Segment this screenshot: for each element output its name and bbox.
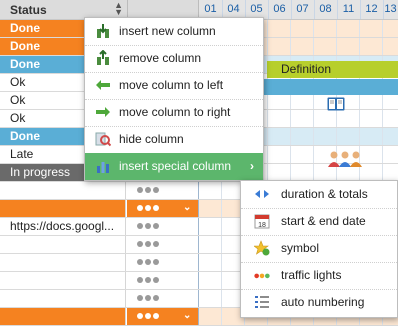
chevron-down-icon[interactable]: ⌄ bbox=[183, 203, 192, 213]
status-cell[interactable] bbox=[0, 290, 126, 307]
status-cell[interactable] bbox=[0, 254, 126, 271]
menu-item-label: hide column bbox=[119, 132, 184, 146]
traffic-light-icon[interactable] bbox=[137, 187, 161, 194]
menu-item-label: move column to right bbox=[119, 105, 231, 119]
submenu-item-symbol[interactable]: symbol bbox=[241, 235, 397, 263]
traffic-light-icon[interactable] bbox=[137, 295, 161, 302]
special-column-cell[interactable] bbox=[127, 182, 199, 199]
menu-item-label: move column to left bbox=[119, 78, 224, 92]
traffic-light-icon[interactable] bbox=[137, 313, 161, 320]
status-cell[interactable] bbox=[0, 236, 126, 253]
status-cell[interactable] bbox=[0, 200, 126, 217]
book-icon[interactable] bbox=[327, 97, 345, 111]
menu-item-remove-column[interactable]: remove column bbox=[85, 45, 263, 73]
column-context-menu: insert new column remove column move col… bbox=[84, 17, 264, 181]
submenu-item-label: duration & totals bbox=[281, 187, 368, 201]
numbered-list-icon bbox=[255, 296, 269, 308]
day-header: 07 bbox=[291, 0, 315, 19]
day-header: 13 bbox=[383, 0, 398, 19]
day-header: 12 bbox=[360, 0, 384, 19]
special-column-cell[interactable] bbox=[127, 236, 199, 253]
menu-item-label: insert new column bbox=[119, 24, 216, 38]
submenu-item-label: traffic lights bbox=[281, 268, 342, 282]
traffic-light-icon[interactable] bbox=[137, 205, 161, 212]
menu-item-hide-column[interactable]: hide column bbox=[85, 126, 263, 154]
traffic-light-icon[interactable] bbox=[137, 241, 161, 248]
hide-column-icon bbox=[95, 132, 111, 147]
status-cell[interactable] bbox=[0, 272, 126, 289]
day-header: 11 bbox=[337, 0, 361, 19]
special-column-cell[interactable] bbox=[127, 290, 199, 307]
status-cell[interactable]: https://docs.googl... bbox=[0, 218, 126, 235]
duration-icon bbox=[255, 190, 269, 198]
menu-item-label: insert special column bbox=[119, 159, 232, 173]
traffic-light-icon[interactable] bbox=[137, 277, 161, 284]
status-header-label: Status bbox=[10, 3, 47, 17]
chevron-down-icon[interactable]: ⌄ bbox=[183, 311, 192, 321]
day-header: 08 bbox=[314, 0, 338, 19]
special-column-cell[interactable] bbox=[127, 218, 199, 235]
traffic-light-icon[interactable] bbox=[137, 259, 161, 266]
definition-bar[interactable]: Definition bbox=[267, 61, 398, 78]
submenu-item-auto-numbering[interactable]: auto numbering bbox=[241, 289, 397, 316]
star-icon bbox=[254, 240, 270, 256]
status-cell[interactable] bbox=[0, 308, 126, 325]
svg-text:18: 18 bbox=[258, 222, 266, 229]
menu-item-insert-special-column[interactable]: insert special column › bbox=[85, 153, 263, 180]
traffic-lights-icon bbox=[254, 273, 270, 279]
status-cell[interactable] bbox=[0, 182, 126, 199]
calendar-icon: 18 bbox=[254, 214, 270, 229]
special-column-submenu: duration & totals 18 start & end date sy… bbox=[240, 180, 398, 318]
day-header: 06 bbox=[268, 0, 292, 19]
menu-item-move-column-left[interactable]: move column to left bbox=[85, 72, 263, 100]
special-column-cell[interactable]: ⌄ bbox=[127, 200, 199, 217]
submenu-item-label: start & end date bbox=[281, 214, 366, 228]
special-column-cell[interactable] bbox=[127, 272, 199, 289]
submenu-item-duration-totals[interactable]: duration & totals bbox=[241, 181, 397, 209]
traffic-light-icon[interactable] bbox=[137, 223, 161, 230]
chart-icon bbox=[97, 162, 109, 173]
submenu-item-label: symbol bbox=[281, 241, 320, 255]
special-column-cell[interactable]: ⌄ bbox=[127, 308, 199, 325]
insert-column-icon bbox=[97, 24, 109, 38]
timeline-bar[interactable] bbox=[262, 79, 398, 95]
submenu-item-label: auto numbering bbox=[281, 295, 365, 309]
submenu-item-start-end-date[interactable]: 18 start & end date bbox=[241, 208, 397, 236]
submenu-item-traffic-lights[interactable]: traffic lights bbox=[241, 262, 397, 290]
menu-item-move-column-right[interactable]: move column to right bbox=[85, 99, 263, 127]
arrow-left-icon bbox=[96, 80, 110, 90]
people-icon[interactable] bbox=[328, 150, 362, 167]
menu-item-label: remove column bbox=[119, 51, 202, 65]
menu-item-insert-new-column[interactable]: insert new column bbox=[85, 18, 263, 46]
submenu-arrow-icon: › bbox=[250, 159, 254, 173]
arrow-right-icon bbox=[96, 107, 110, 117]
special-column-cell[interactable] bbox=[127, 254, 199, 271]
remove-column-icon bbox=[97, 50, 109, 65]
sort-icon[interactable]: ▲ ▼ bbox=[114, 1, 123, 17]
